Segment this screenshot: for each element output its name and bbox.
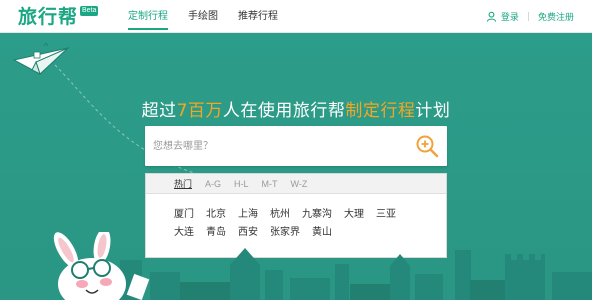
login-link[interactable]: 登录 [501, 10, 519, 23]
panel-tabs: 热门 A-G H-L M-T W-Z [146, 174, 446, 194]
logo[interactable]: 旅行帮 Beta [18, 6, 99, 28]
headline-pre: 超过 [141, 101, 177, 121]
auth-separator: | [526, 11, 530, 22]
nav-item-hand-drawn-map[interactable]: 手绘图 [188, 0, 218, 33]
register-link[interactable]: 免费注册 [538, 10, 574, 23]
headline-highlight: 制定行程 [345, 101, 416, 121]
nav-item-recommended-itinerary[interactable]: 推荐行程 [238, 0, 278, 33]
nav-item-custom-itinerary[interactable]: 定制行程 [128, 0, 168, 33]
tab-h-l[interactable]: H-L [234, 174, 249, 193]
tab-hot[interactable]: 热门 [174, 174, 192, 193]
tab-w-z[interactable]: W-Z [291, 174, 308, 193]
search-plus-icon[interactable] [415, 134, 439, 158]
tab-m-t[interactable]: M-T [262, 174, 278, 193]
logo-text: 旅行帮 [18, 6, 79, 28]
bunny-mascot-illustration [53, 232, 150, 300]
destination-search-input[interactable] [153, 134, 403, 158]
auth-links: 登录 | 免费注册 [486, 0, 574, 33]
paper-plane-icon [12, 42, 70, 75]
beta-badge: Beta [80, 6, 99, 16]
top-navbar: 旅行帮 Beta 定制行程 手绘图 推荐行程 登录 | 免费注册 [0, 0, 592, 33]
main-nav: 定制行程 手绘图 推荐行程 [128, 0, 298, 33]
headline-number: 7百万 [176, 101, 223, 121]
user-icon [486, 11, 497, 22]
search-box [145, 126, 447, 166]
hero-headline: 超过7百万人在使用旅行帮制定行程计划 [0, 96, 592, 121]
headline-mid: 人在使用旅行帮 [222, 101, 346, 121]
tab-a-g[interactable]: A-G [205, 174, 221, 193]
headline-post: 计划 [415, 101, 451, 121]
